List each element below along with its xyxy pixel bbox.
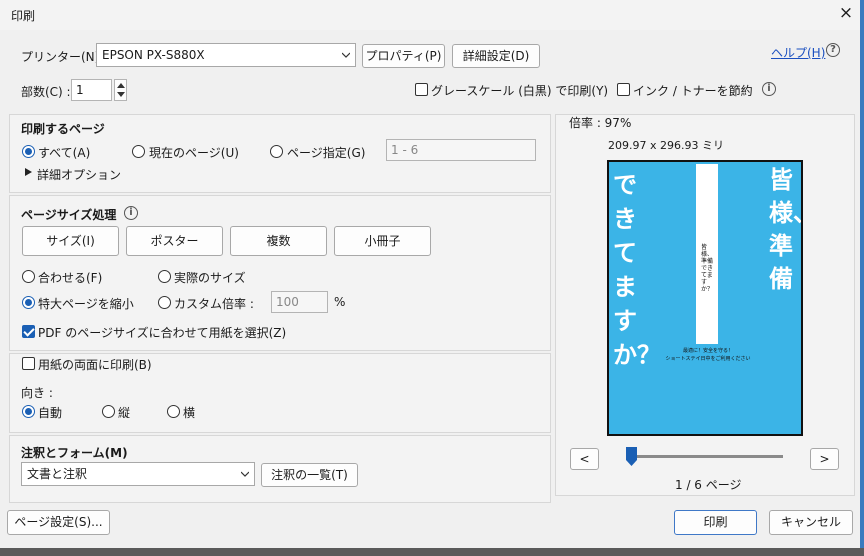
multiple-tab-button[interactable]: 複数	[230, 226, 327, 256]
orientation-landscape-radio[interactable]	[167, 405, 180, 418]
preview-slider-thumb[interactable]	[626, 447, 637, 466]
actual-size-label: 実際のサイズ	[174, 271, 246, 285]
orientation-auto-label: 自動	[38, 406, 63, 420]
custom-scale-label: カスタム倍率 :	[174, 297, 254, 311]
preview-dimensions: 209.97 x 296.93 ミリ	[608, 139, 724, 152]
save-ink-checkbox[interactable]	[617, 83, 630, 96]
current-page-radio[interactable]	[132, 145, 145, 158]
grayscale-checkbox[interactable]	[415, 83, 428, 96]
preview-heading-left: できてますか？	[613, 171, 661, 369]
more-options-link[interactable]: 詳細オプション	[37, 166, 121, 183]
info-icon[interactable]: i	[762, 82, 776, 96]
advanced-button[interactable]: 詳細設定(D)	[452, 44, 540, 68]
save-ink-label: インク / トナーを節約	[633, 84, 753, 98]
pages-section-title: 印刷するページ	[21, 122, 105, 136]
size-tab-button[interactable]: サイズ(I)	[22, 226, 119, 256]
current-page-label: 現在のページ(U)	[149, 146, 239, 160]
orientation-portrait-radio[interactable]	[102, 405, 115, 418]
preview-slider-track[interactable]	[631, 455, 783, 458]
close-icon[interactable]: ×	[836, 3, 856, 23]
fit-radio[interactable]	[22, 270, 35, 283]
page-setup-button[interactable]: ページ設定(S)...	[7, 510, 110, 535]
all-pages-radio[interactable]	[22, 145, 35, 158]
cancel-button[interactable]: キャンセル	[769, 510, 853, 535]
preview-small-text-2: ショートステイ日中をご利用ください	[665, 356, 751, 362]
comments-summary-button[interactable]: 注釈の一覧(T)	[261, 463, 358, 487]
size-section-title: ページサイズ処理	[21, 208, 117, 222]
help-icon[interactable]: ?	[826, 43, 840, 57]
properties-button[interactable]: プロパティ(P)	[362, 44, 445, 68]
duplex-label: 用紙の両面に印刷(B)	[38, 358, 152, 372]
percent-label: %	[334, 295, 346, 309]
shrink-oversized-label: 特大ページを縮小	[38, 297, 134, 311]
printer-select[interactable]: EPSON PX-S880X	[96, 43, 356, 67]
spin-up-icon[interactable]	[117, 82, 125, 88]
fit-label: 合わせる(F)	[38, 271, 103, 285]
spin-down-icon[interactable]	[117, 92, 125, 98]
copies-label: 部数(C) :	[21, 85, 71, 99]
preview-strip-text: 皆様、準備できてますか？	[701, 244, 714, 293]
window-title: 印刷	[11, 9, 36, 23]
chevron-down-icon	[342, 52, 350, 58]
page-range-radio[interactable]	[270, 145, 283, 158]
copies-input[interactable]: 1	[71, 79, 112, 101]
page-range-label: ページ指定(G)	[287, 146, 366, 160]
booklet-tab-button[interactable]: 小冊子	[334, 226, 431, 256]
preview-strip: 皆様、準備できてますか？	[696, 164, 718, 344]
orientation-landscape-label: 横	[183, 406, 196, 420]
custom-scale-input[interactable]: 100	[271, 291, 328, 313]
orientation-label: 向き :	[21, 386, 53, 400]
page-indicator: 1 / 6 ページ	[675, 478, 742, 492]
all-pages-label: すべて(A)	[38, 146, 91, 160]
shrink-oversized-radio[interactable]	[22, 296, 35, 309]
comments-select[interactable]: 文書と注釈	[21, 462, 255, 486]
expand-triangle-icon[interactable]	[25, 168, 32, 176]
chevron-down-icon	[241, 471, 249, 477]
preview-page-content: できてますか？ 皆様、準備 皆様、準備できてますか？ 最適に！安全を守る！ ショ…	[609, 162, 801, 434]
pdf-paper-checkbox[interactable]	[22, 325, 35, 338]
title-bar: 印刷 ×	[0, 0, 864, 30]
background-window-bottom	[0, 548, 864, 556]
copies-stepper[interactable]	[114, 79, 127, 101]
orientation-portrait-label: 縦	[118, 406, 131, 420]
help-link[interactable]: ヘルプ(H)	[771, 44, 825, 61]
printer-label: プリンター(N) :	[21, 50, 108, 64]
print-button[interactable]: 印刷	[674, 510, 757, 535]
actual-size-radio[interactable]	[158, 270, 171, 283]
preview-prev-button[interactable]: <	[570, 448, 599, 470]
poster-tab-button[interactable]: ポスター	[126, 226, 223, 256]
pdf-paper-label: PDF のページサイズに合わせて用紙を選択(Z)	[38, 326, 287, 340]
page-range-input[interactable]: 1 - 6	[386, 139, 536, 161]
grayscale-label: グレースケール (白黒) で印刷(Y)	[431, 84, 609, 98]
preview-scale: 倍率 : 97%	[569, 116, 632, 130]
preview-heading-right: 皆様、準備	[769, 166, 801, 293]
duplex-checkbox[interactable]	[22, 357, 35, 370]
background-window-edge	[860, 0, 864, 556]
comments-section-title: 注釈とフォーム(M)	[21, 446, 128, 460]
preview-small-text-1: 最適に！安全を守る！	[682, 348, 733, 354]
orientation-auto-radio[interactable]	[22, 405, 35, 418]
printer-value: EPSON PX-S880X	[102, 48, 205, 62]
preview-page: できてますか？ 皆様、準備 皆様、準備できてますか？ 最適に！安全を守る！ ショ…	[607, 160, 803, 436]
info-icon[interactable]: i	[124, 206, 138, 220]
comments-select-value: 文書と注釈	[27, 467, 88, 481]
custom-scale-radio[interactable]	[158, 296, 171, 309]
preview-next-button[interactable]: >	[810, 448, 839, 470]
